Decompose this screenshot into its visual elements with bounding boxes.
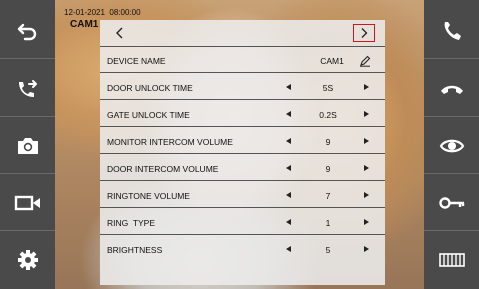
setting-row-ring-type: RING TYPE 1 [100,209,385,235]
decrease-arrow-icon[interactable] [286,219,291,225]
unlock-door-button[interactable] [424,174,479,231]
record-button[interactable] [0,174,55,231]
increase-arrow-icon[interactable] [364,246,369,252]
setting-value: 9 [325,137,331,147]
setting-value: 5S [322,83,334,93]
decrease-arrow-icon[interactable] [286,138,291,144]
setting-row-device-name[interactable]: DEVICE NAME CAM1 [100,47,385,73]
phone-hangup-icon [440,85,463,94]
increase-arrow-icon[interactable] [364,192,369,198]
transfer-call-button[interactable] [0,60,55,117]
chevron-left-icon [116,27,123,39]
right-sidebar [424,0,479,289]
increase-arrow-icon[interactable] [364,84,369,90]
increase-arrow-icon[interactable] [364,111,369,117]
setting-label: RINGTONE VOLUME [107,191,190,201]
setting-row-brightness: BRIGHTNESS 5 [100,236,385,262]
setting-label: GATE UNLOCK TIME [107,110,190,120]
next-page-button[interactable] [353,24,375,42]
decrease-arrow-icon[interactable] [286,192,291,198]
setting-row-monitor-intercom-volume: MONITOR INTERCOM VOLUME 9 [100,128,385,154]
hangup-button[interactable] [424,60,479,117]
transfer-call-icon [18,79,37,97]
monitor-button[interactable] [424,117,479,174]
back-button[interactable] [0,2,55,59]
decrease-arrow-icon[interactable] [286,111,291,117]
setting-label: BRIGHTNESS [107,245,163,255]
setting-label: RING TYPE [107,218,156,228]
edit-pencil-icon[interactable] [359,55,371,67]
settings-panel: DEVICE NAME CAM1 DOOR UNLOCK TIME 5S GAT… [100,20,385,285]
increase-arrow-icon[interactable] [364,138,369,144]
setting-label: DOOR INTERCOM VOLUME [107,164,219,174]
setting-row-door-intercom-volume: DOOR INTERCOM VOLUME 9 [100,155,385,181]
setting-value: CAM1 [320,56,344,66]
intercom-screen: 12-01-2021 08:00:00 CAM1 DEVICE NAME CAM… [0,0,479,289]
key-icon [438,196,464,209]
setting-value: 1 [325,218,331,228]
setting-value: 7 [325,191,331,201]
setting-label: DOOR UNLOCK TIME [107,83,193,93]
setting-label: DEVICE NAME [107,56,166,66]
setting-value: 5 [325,245,331,255]
setting-row-ringtone-volume: RINGTONE VOLUME 7 [100,182,385,208]
video-record-icon [14,195,40,210]
snapshot-button[interactable] [0,117,55,174]
left-sidebar [0,0,55,289]
setting-value: 0.2S [319,110,337,120]
gate-icon [438,252,465,267]
gear-icon [17,249,38,270]
decrease-arrow-icon[interactable] [286,165,291,171]
unlock-gate-button[interactable] [424,231,479,288]
camera-icon [17,137,38,154]
increase-arrow-icon[interactable] [364,219,369,225]
decrease-arrow-icon[interactable] [286,246,291,252]
answer-button[interactable] [424,2,479,59]
setting-row-door-unlock-time: DOOR UNLOCK TIME 5S [100,74,385,100]
chevron-right-icon [361,28,368,38]
status-date: 12-01-2021 [64,8,105,17]
setting-label: MONITOR INTERCOM VOLUME [107,137,233,147]
setting-row-gate-unlock-time: GATE UNLOCK TIME 0.2S [100,101,385,127]
back-arrow-icon [17,23,36,40]
increase-arrow-icon[interactable] [364,165,369,171]
settings-button[interactable] [0,231,55,288]
previous-page-button[interactable] [112,25,128,41]
status-time: 08:00:00 [109,8,141,17]
phone-answer-icon [444,21,461,40]
decrease-arrow-icon[interactable] [286,84,291,90]
page-navigation [100,20,385,46]
eye-icon [439,139,464,152]
setting-value: 9 [325,164,331,174]
